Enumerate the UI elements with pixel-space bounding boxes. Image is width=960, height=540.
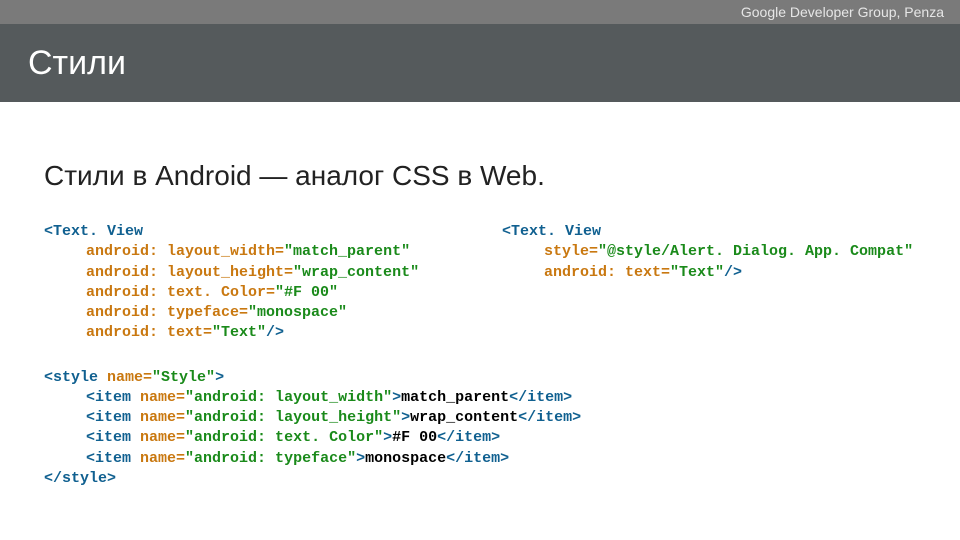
topbar: Google Developer Group, Penza [0,0,960,24]
gt: > [401,409,410,426]
attr-value: "#F 00" [275,284,338,301]
attr-name: name= [107,369,152,386]
item-text: monospace [365,450,446,467]
body: Стили в Android — аналог CSS в Web. <Tex… [44,130,930,489]
code-block-textview-style: <Text. View style="@style/Alert. Dialog.… [502,222,930,283]
tag: item [95,389,140,406]
tag: item [95,450,140,467]
item-text: #F 00 [392,429,437,446]
tag: item [95,409,140,426]
tag: Text. View [53,223,143,240]
tag: style [53,369,107,386]
attr-name: android: text= [86,324,212,341]
gt: > [107,470,116,487]
lt: < [86,389,95,406]
tag: item [527,389,563,406]
slide: Google Developer Group, Penza Стили Стил… [0,0,960,540]
attr-value: "android: text. Color" [185,429,383,446]
attr-value: "monospace" [248,304,347,321]
code-block-style-definition: <style name="Style"> <item name="android… [44,368,930,490]
attr-name: android: typeface= [86,304,248,321]
attr-value: "@style/Alert. Dialog. App. Compat" [598,243,913,260]
attr-value: "Text" [670,264,724,281]
attr-name: android: text. Color= [86,284,275,301]
attr-value: "Style" [152,369,215,386]
tag-close: /> [266,324,284,341]
tag: Text. View [511,223,601,240]
lt: </ [437,429,455,446]
attr-value: "wrap_content" [293,264,419,281]
tag: item [455,429,491,446]
item-text: match_parent [401,389,509,406]
page-title: Стили [28,44,126,83]
attr-name: name= [140,389,185,406]
gt: > [215,369,224,386]
lt: < [44,223,53,240]
tag: item [95,429,140,446]
lt: < [86,429,95,446]
gt: > [500,450,509,467]
attr-name: name= [140,409,185,426]
lt: </ [44,470,62,487]
lt: < [86,409,95,426]
subtitle: Стили в Android — аналог CSS в Web. [44,160,930,192]
tag-close: /> [724,264,742,281]
lt: < [502,223,511,240]
lt: < [44,369,53,386]
code-block-textview-multiline: <Text. View android: layout_width="match… [44,222,472,344]
attr-name: android: layout_height= [86,264,293,281]
attr-name: android: text= [544,264,670,281]
gt: > [392,389,401,406]
topbar-label: Google Developer Group, Penza [741,4,944,20]
tag: style [62,470,107,487]
code-columns: <Text. View android: layout_width="match… [44,222,930,344]
lt: < [86,450,95,467]
lt: </ [446,450,464,467]
attr-name: style= [544,243,598,260]
gt: > [356,450,365,467]
gt: > [563,389,572,406]
title-bar: Стили [0,24,960,102]
lt: </ [509,389,527,406]
tag: item [536,409,572,426]
gt: > [383,429,392,446]
attr-value: "android: layout_height" [185,409,401,426]
attr-value: "android: typeface" [185,450,356,467]
tag: item [464,450,500,467]
gt: > [572,409,581,426]
gt: > [491,429,500,446]
attr-value: "android: layout_width" [185,389,392,406]
attr-name: android: layout_width= [86,243,284,260]
item-text: wrap_content [410,409,518,426]
attr-value: "match_parent" [284,243,410,260]
attr-value: "Text" [212,324,266,341]
lt: </ [518,409,536,426]
attr-name: name= [140,450,185,467]
attr-name: name= [140,429,185,446]
